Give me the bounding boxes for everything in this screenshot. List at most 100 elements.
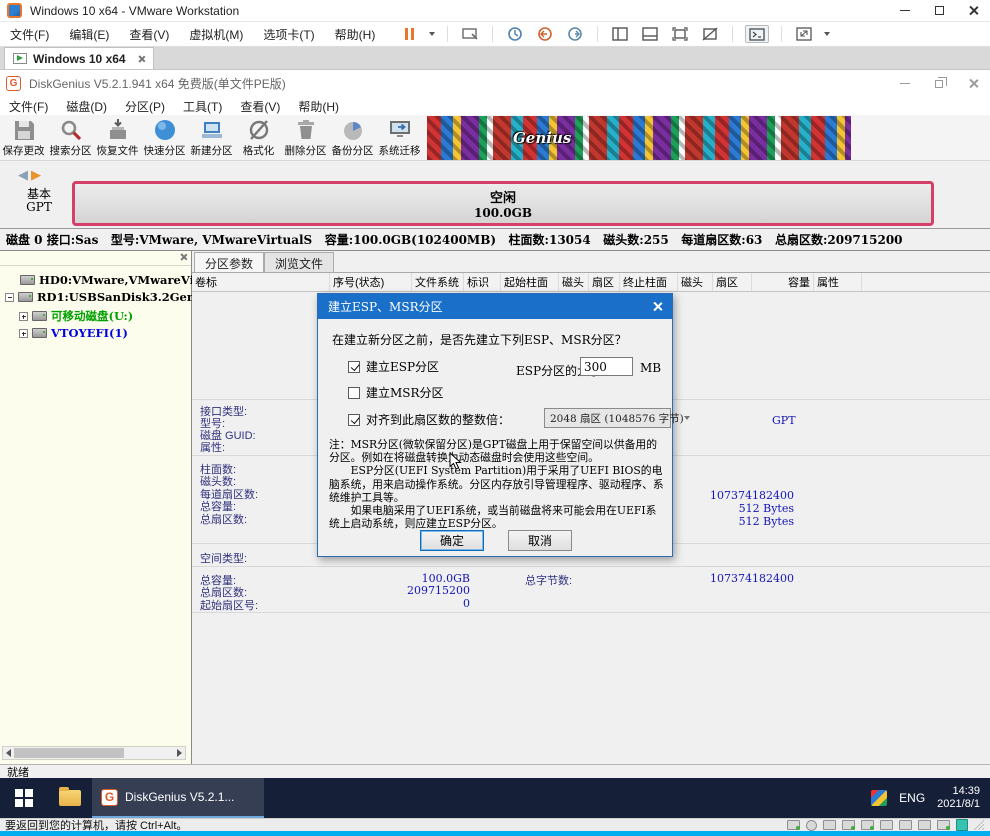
scrollbar-thumb[interactable] [14, 748, 124, 758]
resize-grip-icon[interactable] [974, 820, 984, 830]
sound-device-icon[interactable] [861, 820, 874, 830]
revert-snapshot-button[interactable] [535, 25, 555, 43]
dg-restore-button[interactable] [922, 74, 956, 94]
vmware-menu-view[interactable]: 查看(V) [119, 22, 179, 47]
floppy-device-icon[interactable] [823, 820, 836, 830]
col-sector[interactable]: 扇区 [589, 273, 620, 291]
show-thumbnail-bar-button[interactable] [640, 25, 660, 43]
taskbar-clock[interactable]: 14:39 2021/8/1 [937, 785, 980, 811]
expand-expander-icon[interactable] [19, 312, 28, 321]
dg-menu-partition[interactable]: 分区(P) [116, 96, 174, 117]
pause-dropdown-caret-icon[interactable] [429, 32, 435, 36]
vm-tab-windows10[interactable]: Windows 10 x64 [4, 47, 154, 69]
virtual-console-button[interactable] [745, 25, 769, 43]
dg-minimize-button[interactable] [888, 74, 922, 94]
new-partition-button[interactable]: 新建分区 [188, 115, 235, 160]
col-head-2[interactable]: 磁头 [678, 273, 713, 291]
fullscreen-button[interactable] [794, 25, 814, 43]
harddisk-device-icon[interactable] [787, 820, 800, 830]
dg-menu-disk[interactable]: 磁盘(D) [57, 96, 116, 117]
ok-button[interactable]: 确定 [420, 530, 484, 551]
col-sector-2[interactable]: 扇区 [713, 273, 752, 291]
show-library-button[interactable] [610, 25, 630, 43]
save-changes-button[interactable]: 保存更改 [0, 115, 47, 160]
esp-checkbox-row[interactable]: 建立ESP分区 [348, 358, 439, 375]
input-method-icon[interactable] [871, 790, 887, 806]
vmware-menu-tabs[interactable]: 选项卡(T) [253, 22, 324, 47]
dialog-titlebar[interactable]: 建立ESP、MSR分区 [318, 294, 672, 319]
vmware-menu-edit[interactable]: 编辑(E) [59, 22, 119, 47]
col-head[interactable]: 磁头 [559, 273, 589, 291]
align-sectors-dropdown[interactable]: 2048 扇区 (1048576 字节) [544, 408, 671, 428]
printer-device-icon[interactable] [899, 820, 912, 830]
message-log-icon[interactable] [956, 819, 968, 831]
dg-menu-help[interactable]: 帮助(H) [289, 96, 348, 117]
tree-item-vtoyefi[interactable]: VTOYEFI(1) [19, 326, 207, 340]
cancel-button[interactable]: 取消 [508, 530, 572, 551]
vmware-close-button[interactable] [956, 1, 990, 21]
col-id[interactable]: 标识 [464, 273, 501, 291]
col-capacity[interactable]: 容量 [752, 273, 814, 291]
vmware-menu-vm[interactable]: 虚拟机(M) [179, 22, 253, 47]
search-partition-button[interactable]: 搜索分区 [47, 115, 94, 160]
dg-menu-view[interactable]: 查看(V) [231, 96, 289, 117]
align-checkbox[interactable] [348, 414, 360, 426]
quick-partition-button[interactable]: 快速分区 [141, 115, 188, 160]
collapse-expander-icon[interactable] [5, 293, 14, 302]
recover-files-button[interactable]: 恢复文件 [94, 115, 141, 160]
tab-browse-files[interactable]: 浏览文件 [264, 252, 334, 272]
language-indicator[interactable]: ENG [899, 791, 925, 805]
dg-menu-file[interactable]: 文件(F) [0, 96, 57, 117]
promo-banner[interactable]: Genius [427, 116, 851, 160]
backup-partition-button[interactable]: 备份分区 [329, 115, 376, 160]
msr-checkbox[interactable] [348, 387, 360, 399]
align-checkbox-row[interactable]: 对齐到此扇区数的整数倍： [348, 411, 510, 428]
tab-partition-params[interactable]: 分区参数 [194, 252, 264, 272]
prev-disk-arrow-icon[interactable]: ◀ [18, 167, 28, 182]
dg-close-button[interactable] [956, 74, 990, 94]
free-space-partition-bar[interactable]: 空闲 100.0GB [72, 181, 934, 226]
vmware-menu-help[interactable]: 帮助(H) [325, 22, 386, 47]
cdrom-device-icon[interactable] [806, 820, 817, 831]
esp-size-input[interactable] [580, 357, 633, 376]
delete-partition-button[interactable]: 删除分区 [282, 115, 329, 160]
tree-item-hd0[interactable]: HD0:VMware,VMwareVirtualS [20, 273, 208, 287]
send-ctrl-alt-del-button[interactable] [460, 25, 480, 43]
usb2-device-icon[interactable] [937, 820, 950, 830]
col-start-cylinder[interactable]: 起始柱面 [501, 273, 559, 291]
esp-checkbox[interactable] [348, 361, 360, 373]
col-filesystem[interactable]: 文件系统 [412, 273, 464, 291]
manage-snapshots-button[interactable] [565, 25, 585, 43]
msr-checkbox-row[interactable]: 建立MSR分区 [348, 384, 444, 401]
pause-vm-button[interactable] [399, 25, 419, 43]
taskbar-diskgenius-app[interactable]: G DiskGenius V5.2.1... [92, 778, 264, 818]
dg-menu-tools[interactable]: 工具(T) [174, 96, 231, 117]
col-end-cylinder[interactable]: 终止柱面 [620, 273, 678, 291]
fullscreen-dropdown-caret-icon[interactable] [824, 32, 830, 36]
console-view-button[interactable] [670, 25, 690, 43]
tab-close-icon[interactable] [137, 55, 145, 63]
expand-expander-icon[interactable] [19, 329, 28, 338]
file-explorer-button[interactable] [48, 778, 92, 818]
tree-item-removable-u[interactable]: 可移动磁盘(U:) [19, 308, 207, 324]
usb-device-icon[interactable] [880, 820, 893, 830]
next-disk-arrow-icon[interactable]: ▶ [31, 167, 41, 182]
format-button[interactable]: 格式化 [235, 115, 282, 160]
tree-item-rd1[interactable]: RD1:USBSanDisk3.2Gen1(29G [5, 290, 193, 304]
system-migration-button[interactable]: 系统迁移 [376, 115, 423, 160]
scroll-left-arrow-icon[interactable] [6, 749, 11, 757]
vmware-maximize-button[interactable] [922, 1, 956, 21]
scroll-right-arrow-icon[interactable] [177, 749, 182, 757]
unity-mode-button[interactable] [700, 25, 720, 43]
col-attributes[interactable]: 属性 [814, 273, 862, 291]
vmware-menu-file[interactable]: 文件(F) [0, 22, 59, 47]
dialog-close-icon[interactable] [652, 301, 663, 312]
network-device-icon[interactable] [842, 820, 855, 830]
tree-panel-close-icon[interactable] [179, 253, 187, 261]
col-volume-label[interactable]: 卷标 [192, 273, 330, 291]
start-button[interactable] [0, 778, 48, 818]
col-index-status[interactable]: 序号(状态) [330, 273, 412, 291]
display-device-icon[interactable] [918, 820, 931, 830]
take-snapshot-button[interactable] [505, 25, 525, 43]
tree-horizontal-scrollbar[interactable] [2, 746, 186, 760]
